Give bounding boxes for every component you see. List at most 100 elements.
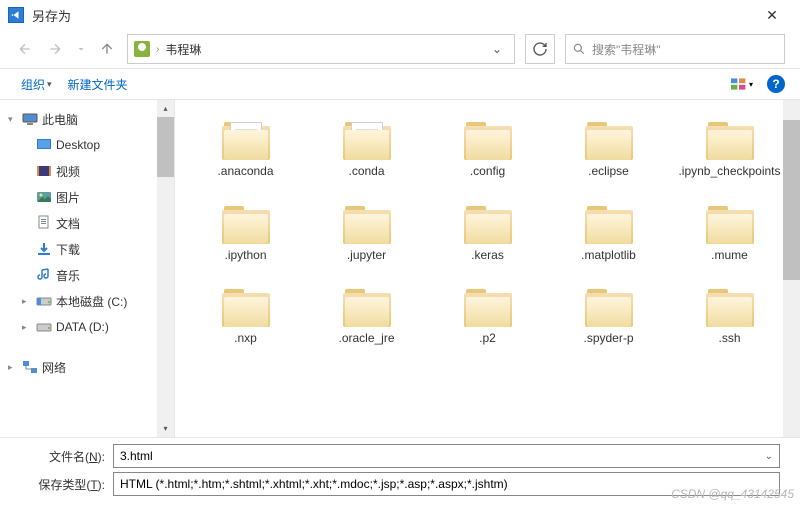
folder-icon bbox=[343, 287, 391, 327]
tree-item-desktop[interactable]: Desktop bbox=[0, 132, 174, 158]
folder-item[interactable]: .conda bbox=[306, 120, 427, 180]
view-options-button[interactable]: ▾ bbox=[731, 75, 753, 93]
folder-item[interactable]: .keras bbox=[427, 204, 548, 264]
folder-item[interactable]: .matplotlib bbox=[548, 204, 669, 264]
downloads-icon bbox=[36, 241, 52, 257]
forward-button[interactable] bbox=[45, 39, 65, 59]
tree-item-disk-d[interactable]: ▸DATA (D:) bbox=[0, 314, 174, 340]
up-button[interactable] bbox=[97, 39, 117, 59]
filename-input[interactable]: 3.html⌄ bbox=[113, 444, 780, 468]
folder-icon bbox=[222, 287, 270, 327]
tree-item-label: 文档 bbox=[56, 215, 80, 232]
toolbar: 组织▾ 新建文件夹 ▾ ? bbox=[0, 68, 800, 100]
folder-name: .oracle_jre bbox=[338, 331, 394, 347]
new-folder-button[interactable]: 新建文件夹 bbox=[62, 72, 134, 97]
watermark: CSDN @qq_43142545 bbox=[671, 487, 794, 501]
filepane-scrollbar[interactable] bbox=[783, 100, 800, 437]
main-area: ▴ ▾ ▾此电脑Desktop视频图片文档下载音乐▸本地磁盘 (C:)▸DATA… bbox=[0, 100, 800, 437]
chevron-icon: ▾ bbox=[8, 114, 18, 125]
folder-item[interactable]: .anaconda bbox=[185, 120, 306, 180]
folder-item[interactable]: .nxp bbox=[185, 287, 306, 347]
folder-item[interactable]: .ipython bbox=[185, 204, 306, 264]
tree-item-music[interactable]: 音乐 bbox=[0, 262, 174, 288]
scrollbar-thumb[interactable] bbox=[157, 117, 174, 177]
tree-item-label: 视频 bbox=[56, 163, 80, 180]
folder-item[interactable]: .config bbox=[427, 120, 548, 180]
tree-item-label: DATA (D:) bbox=[56, 320, 109, 334]
folder-name: .conda bbox=[348, 164, 384, 180]
tree-item-pictures[interactable]: 图片 bbox=[0, 184, 174, 210]
folder-item[interactable]: .mume bbox=[669, 204, 790, 264]
scrollbar-thumb[interactable] bbox=[783, 120, 800, 280]
tree-item-docs[interactable]: 文档 bbox=[0, 210, 174, 236]
tree-item-label: 下载 bbox=[56, 241, 80, 258]
folder-icon bbox=[222, 204, 270, 244]
folder-item[interactable]: .p2 bbox=[427, 287, 548, 347]
help-button[interactable]: ? bbox=[767, 75, 785, 93]
title-bar: 另存为 ✕ bbox=[0, 0, 800, 30]
folder-name: .mume bbox=[711, 248, 748, 264]
scrollbar-down-icon[interactable]: ▾ bbox=[157, 420, 174, 437]
folder-icon bbox=[706, 204, 754, 244]
tree-item-label: 音乐 bbox=[56, 267, 80, 284]
file-pane[interactable]: .anaconda .conda .config .eclipse .ipynb_che… bbox=[175, 100, 800, 437]
filename-label: 文件名(N): bbox=[20, 448, 105, 465]
folder-item[interactable]: .eclipse bbox=[548, 120, 669, 180]
tree-item-label: 此电脑 bbox=[42, 111, 78, 128]
folder-icon bbox=[706, 120, 754, 160]
history-dropdown[interactable] bbox=[75, 39, 87, 59]
tree-item-pc[interactable]: ▾ 此电脑 bbox=[0, 106, 174, 132]
folder-name: .ipython bbox=[224, 248, 266, 264]
organize-button[interactable]: 组织▾ bbox=[15, 72, 58, 97]
tree-item-label: 网络 bbox=[42, 359, 66, 376]
network-icon bbox=[22, 359, 38, 375]
sidebar-tree[interactable]: ▴ ▾ ▾此电脑Desktop视频图片文档下载音乐▸本地磁盘 (C:)▸DATA… bbox=[0, 100, 175, 437]
pc-icon bbox=[22, 111, 38, 127]
folder-icon bbox=[464, 287, 512, 327]
window-title: 另存为 bbox=[32, 6, 752, 25]
folder-name: .jupyter bbox=[347, 248, 386, 264]
tree-item-downloads[interactable]: 下载 bbox=[0, 236, 174, 262]
navigation-bar: › 韦程琳 ⌄ 搜索"韦程琳" bbox=[0, 30, 800, 68]
folder-name: .eclipse bbox=[588, 164, 629, 180]
back-button[interactable] bbox=[15, 39, 35, 59]
breadcrumb-current[interactable]: 韦程琳 bbox=[165, 41, 201, 58]
desktop-icon bbox=[36, 137, 52, 153]
close-button[interactable]: ✕ bbox=[752, 7, 792, 24]
chevron-icon: ▸ bbox=[8, 362, 18, 373]
folder-icon bbox=[343, 120, 391, 160]
folder-name: .nxp bbox=[234, 331, 257, 347]
folder-name: .p2 bbox=[479, 331, 496, 347]
folder-name: .config bbox=[470, 164, 505, 180]
folder-item[interactable]: .ssh bbox=[669, 287, 790, 347]
sidebar-scrollbar[interactable]: ▴ ▾ bbox=[157, 100, 174, 437]
address-dropdown[interactable]: ⌄ bbox=[486, 42, 508, 56]
user-folder-icon bbox=[134, 41, 150, 57]
chevron-right-icon: › bbox=[156, 44, 159, 55]
folder-name: .ipynb_checkpoints bbox=[678, 164, 780, 180]
folder-item[interactable]: .spyder-p bbox=[548, 287, 669, 347]
music-icon bbox=[36, 267, 52, 283]
folder-name: .keras bbox=[471, 248, 504, 264]
refresh-button[interactable] bbox=[525, 34, 555, 64]
chevron-icon: ▸ bbox=[22, 296, 32, 307]
video-icon bbox=[36, 163, 52, 179]
folder-icon bbox=[222, 120, 270, 160]
address-bar[interactable]: › 韦程琳 ⌄ bbox=[127, 34, 515, 64]
search-input[interactable]: 搜索"韦程琳" bbox=[565, 34, 785, 64]
tree-item-disk[interactable]: ▸ 本地磁盘 (C:) bbox=[0, 288, 174, 314]
tree-item-label: 本地磁盘 (C:) bbox=[56, 293, 127, 310]
scrollbar-up-icon[interactable]: ▴ bbox=[157, 100, 174, 117]
folder-icon bbox=[343, 204, 391, 244]
folder-item[interactable]: .ipynb_checkpoints bbox=[669, 120, 790, 180]
docs-icon bbox=[36, 215, 52, 231]
folder-name: .ssh bbox=[718, 331, 740, 347]
tree-item-video[interactable]: 视频 bbox=[0, 158, 174, 184]
folder-icon bbox=[585, 120, 633, 160]
folder-name: .spyder-p bbox=[583, 331, 633, 347]
folder-item[interactable]: .jupyter bbox=[306, 204, 427, 264]
folder-item[interactable]: .oracle_jre bbox=[306, 287, 427, 347]
filetype-label: 保存类型(T): bbox=[20, 476, 105, 493]
tree-item-network[interactable]: ▸ 网络 bbox=[0, 354, 174, 380]
vscode-icon bbox=[8, 7, 24, 23]
